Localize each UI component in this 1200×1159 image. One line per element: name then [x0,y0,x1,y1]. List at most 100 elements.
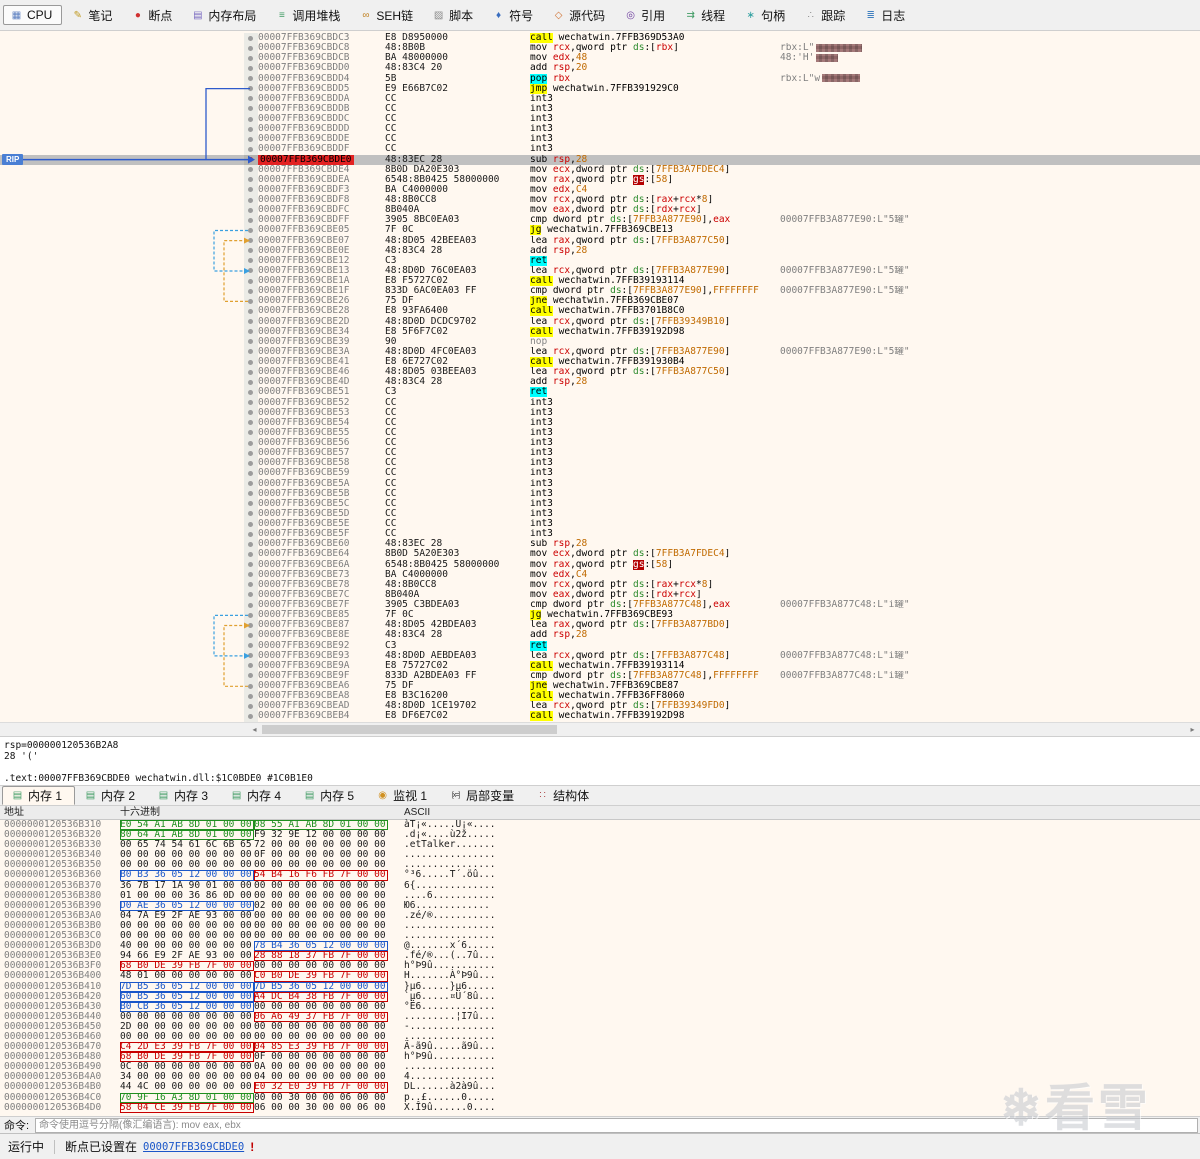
row-dot[interactable] [248,460,253,466]
row-dot[interactable] [248,329,253,335]
row-dot[interactable] [248,349,253,355]
breakpoint-gutter[interactable] [244,245,258,256]
row-dot[interactable] [248,410,253,416]
breakpoint-gutter[interactable] [244,53,258,64]
breakpoint-gutter[interactable] [244,154,258,165]
breakpoint-gutter[interactable] [244,33,258,44]
breakpoint-gutter[interactable] [244,215,258,226]
row-dot[interactable] [248,602,253,608]
breakpoint-gutter[interactable] [244,427,258,438]
disasm-row[interactable]: 00007FFB369CBE51 C3 ret [0,387,1200,398]
breakpoint-gutter[interactable] [244,114,258,125]
tab-seh[interactable]: ∞ SEH链 [352,5,423,25]
row-dot[interactable] [248,339,253,345]
breakpoint-gutter[interactable] [244,711,258,722]
breakpoint-gutter[interactable] [244,184,258,195]
disasm-row[interactable]: 00007FFB369CBDDD CC int3 [0,124,1200,135]
disasm-row[interactable]: 00007FFB369CBE7C 8B040A mov eax,dword ptr … [0,589,1200,600]
row-dot[interactable] [248,258,253,264]
breakpoint-gutter[interactable] [244,407,258,418]
tab-handles[interactable]: ∗ 句柄 [737,5,795,25]
breakpoint-gutter[interactable] [244,73,258,84]
row-dot[interactable] [248,116,253,122]
breakpoint-gutter[interactable] [244,306,258,317]
dump-row[interactable]: 0000000120536B400 48 01 00 00 00 00 00 00… [0,971,1200,982]
disasm-row[interactable]: 00007FFB369CBDE4 8B0D DA20E303 mov ecx,dwo… [0,164,1200,175]
dump-header-hex[interactable]: 十六进制 [120,806,388,819]
disasm-row[interactable]: 00007FFB369CBE85 7F 0C jg wechatwin.7FFB36… [0,610,1200,621]
row-dot[interactable] [248,693,253,699]
disasm-row[interactable]: 00007FFB369CBE8E 48:83C4 28 add rsp,28 [0,630,1200,641]
scroll-left-arrow-icon[interactable]: ◂ [248,723,261,736]
tab-script[interactable]: ▨ 脚本 [425,5,483,25]
dump-header-ascii[interactable]: ASCII [404,806,430,819]
row-dot[interactable] [248,65,253,71]
dump-row[interactable]: 0000000120536B4D0 58 04 CE 39 FB 7F 00 00… [0,1102,1200,1113]
disasm-row[interactable]: 00007FFB369CBE6A 6548:8B0425 58000000 mov … [0,559,1200,570]
disasm-row[interactable]: 00007FFB369CBE2D 48:8D0D DCDC9702 lea rcx,… [0,316,1200,327]
disasm-row[interactable]: 00007FFB369CBE7F 3905 C3BDEA03 cmp dword p… [0,600,1200,611]
row-dot[interactable] [248,197,253,203]
disasm-row[interactable]: 00007FFB369CBE53 CC int3 [0,407,1200,418]
row-dot[interactable] [248,481,253,486]
row-dot[interactable] [248,643,253,648]
disasm-row[interactable]: 00007FFB369CBDF3 BA C4000000 mov edx,C4 [0,184,1200,195]
disasm-row[interactable]: 00007FFB369CBEAD 48:8D0D 1CE19702 lea rcx,… [0,701,1200,712]
tab-call-stack[interactable]: ≡ 调用堆栈 [268,5,350,25]
row-dot[interactable] [248,359,253,365]
row-dot[interactable] [248,389,253,395]
disasm-row[interactable]: 00007FFB369CBDFF 3905 8BC0EA03 cmp dword p… [0,215,1200,226]
breakpoint-gutter[interactable] [244,326,258,337]
disasm-row[interactable]: 00007FFB369CBDC3 E8 D8950000 call wechatwi… [0,33,1200,44]
breakpoint-gutter[interactable] [244,498,258,509]
row-dot[interactable] [248,177,253,183]
breakpoint-gutter[interactable] [244,296,258,307]
row-dot[interactable] [248,55,253,61]
disasm-row[interactable]: 00007FFB369CBE5D CC int3 [0,508,1200,519]
disasm-row[interactable]: 00007FFB369CBE57 CC int3 [0,448,1200,459]
breakpoint-gutter[interactable] [244,357,258,368]
breakpoint-gutter[interactable] [244,630,258,641]
row-dot[interactable] [248,683,253,689]
disasm-row[interactable]: 00007FFB369CBDDE CC int3 [0,134,1200,145]
disasm-row[interactable]: 00007FFB369CBE5B CC int3 [0,488,1200,499]
disasm-row[interactable]: 00007FFB369CBE3A 48:8D0D 4FC0EA03 lea rcx,… [0,346,1200,357]
row-dot[interactable] [248,106,253,112]
row-dot[interactable] [248,45,253,51]
dock-tab-memory-4[interactable]: ▤ 内存 4 [221,786,294,805]
breakpoint-gutter[interactable] [244,195,258,206]
disasm-row[interactable]: 00007FFB369CBE0E 48:83C4 28 add rsp,28 [0,245,1200,256]
row-dot[interactable] [248,440,253,446]
breakpoint-gutter[interactable] [244,417,258,428]
disasm-row[interactable]: 00007FFB369CBDE0 48:83EC 28 sub rsp,28 [0,154,1200,165]
row-dot[interactable] [248,217,253,223]
dump-header-address[interactable]: 地址 [0,806,120,819]
dock-tab-watch-1[interactable]: ◉ 监视 1 [367,786,440,805]
disasm-row[interactable]: 00007FFB369CBEA6 75 DF jne wechatwin.7FFB3… [0,681,1200,692]
disasm-row[interactable]: 00007FFB369CBE39 90 nop [0,336,1200,347]
dock-tab-struct[interactable]: ∷ 结构体 [527,786,602,805]
disasm-row[interactable]: 00007FFB369CBDEA 6548:8B0425 58000000 mov … [0,174,1200,185]
dock-tab-memory-1[interactable]: ▤ 内存 1 [2,786,76,805]
disasm-row[interactable]: 00007FFB369CBE64 8B0D 5A20E303 mov ecx,dwo… [0,549,1200,560]
disasm-row[interactable]: 00007FFB369CBDDB CC int3 [0,103,1200,114]
breakpoint-gutter[interactable] [244,144,258,155]
breakpoint-gutter[interactable] [244,255,258,266]
breakpoint-gutter[interactable] [244,579,258,590]
row-dot[interactable] [248,268,253,274]
breakpoint-gutter[interactable] [244,701,258,712]
disasm-row[interactable]: 00007FFB369CBE93 48:8D0D AEBDEA03 lea rcx,… [0,650,1200,661]
row-dot[interactable] [248,541,253,547]
disasm-row[interactable]: 00007FFB369CBDD0 48:83C4 20 add rsp,20 [0,63,1200,74]
row-dot[interactable] [248,319,253,324]
breakpoint-gutter[interactable] [244,103,258,114]
row-dot[interactable] [248,369,253,375]
disasm-row[interactable]: 00007FFB369CBE5C CC int3 [0,498,1200,509]
disasm-row[interactable]: 00007FFB369CBE60 48:83EC 28 sub rsp,28 [0,539,1200,550]
row-dot[interactable] [248,673,253,679]
dock-tab-memory-5[interactable]: ▤ 内存 5 [294,786,367,805]
row-dot[interactable] [248,713,253,719]
breakpoint-gutter[interactable] [244,488,258,499]
disasm-row[interactable]: 00007FFB369CBE12 C3 ret [0,255,1200,266]
row-dot[interactable] [248,227,253,233]
